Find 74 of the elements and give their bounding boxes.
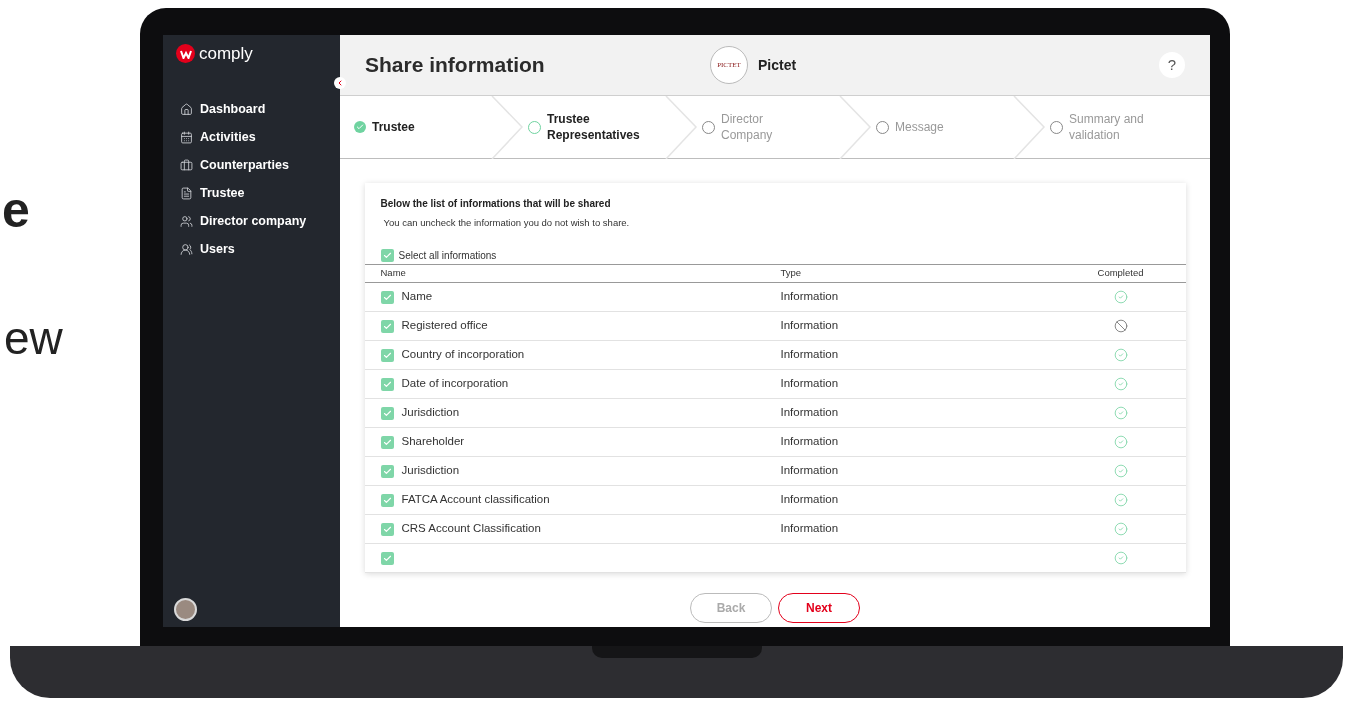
checkbox[interactable] xyxy=(380,377,394,391)
card-title: Below the list of informations that will be shared xyxy=(380,197,612,211)
card-subtitle: You can uncheck the information you do not wish to share. xyxy=(383,216,631,230)
sidebar-item[interactable]: Trustee xyxy=(180,183,340,204)
table-cell: Information xyxy=(780,319,839,332)
table-cell: Information xyxy=(780,406,839,419)
step-tab[interactable]: Trustee Representatives xyxy=(528,111,637,143)
checkbox[interactable] xyxy=(380,319,394,333)
chevron-divider xyxy=(664,96,698,159)
people-icon xyxy=(180,243,193,256)
check-icon xyxy=(382,495,392,505)
sidebar-item[interactable]: Activities xyxy=(180,127,340,148)
sidebar-item[interactable]: Users xyxy=(180,239,340,260)
check-icon xyxy=(382,251,392,261)
check-icon xyxy=(382,350,392,360)
sidebar-item[interactable]: Counterparties xyxy=(180,155,340,176)
checkbox[interactable] xyxy=(380,249,394,263)
column-header: Completed xyxy=(1096,266,1145,281)
backdrop-text: ew xyxy=(4,315,63,361)
step-tab[interactable]: Trustee xyxy=(354,119,462,135)
logo-text: comply xyxy=(199,43,253,65)
table-cell-text: Registered office xyxy=(401,318,488,334)
table-cell: Information xyxy=(780,435,839,448)
table-cell: Information xyxy=(780,522,839,535)
table-cell: Information xyxy=(780,290,839,303)
check-icon xyxy=(382,437,392,447)
backdrop-heading: e xyxy=(2,185,30,235)
check-icon xyxy=(382,408,392,418)
table-cell-text: CRS Account Classification xyxy=(401,521,541,537)
table-cell-text: Date of incorporation xyxy=(401,376,509,392)
table-cell: Information xyxy=(780,464,839,477)
calendar-icon xyxy=(180,131,193,144)
briefcase-icon xyxy=(180,159,193,172)
client-name: Pictet xyxy=(758,55,797,75)
sidebar-item[interactable]: Director company xyxy=(180,211,340,232)
chevron-left-icon xyxy=(336,79,344,87)
checkbox[interactable] xyxy=(380,522,394,536)
chevron-divider xyxy=(490,96,524,159)
avatar[interactable] xyxy=(174,598,197,621)
table-cell-text: Jurisdiction xyxy=(401,463,460,479)
select-all-label: Select all informations xyxy=(398,249,497,264)
people-group-icon xyxy=(180,215,193,228)
logo-icon xyxy=(176,44,195,64)
sidebar-item[interactable]: Dashboard xyxy=(180,99,340,120)
help-button[interactable]: ? xyxy=(1159,52,1185,78)
checkbox[interactable] xyxy=(380,406,394,420)
chevron-divider xyxy=(1012,96,1046,159)
table-cell-text: Name xyxy=(401,289,433,305)
next-button[interactable]: Next xyxy=(778,593,860,623)
table-cell-text: FATCA Account classification xyxy=(401,492,550,508)
table-cell-text: Country of incorporation xyxy=(401,347,525,363)
house-icon xyxy=(180,103,193,116)
check-icon xyxy=(382,553,392,563)
checkbox[interactable] xyxy=(380,551,394,565)
column-header: Type xyxy=(780,266,803,281)
checkbox[interactable] xyxy=(380,493,394,507)
table-cell-text: Shareholder xyxy=(401,434,465,450)
document-icon xyxy=(180,187,193,200)
checkbox[interactable] xyxy=(380,290,394,304)
table-cell: Information xyxy=(780,348,839,361)
checkbox[interactable] xyxy=(380,464,394,478)
page-title: Share information xyxy=(365,52,546,79)
chevron-divider xyxy=(838,96,872,159)
table-cell: Information xyxy=(780,377,839,390)
check-icon xyxy=(382,292,392,302)
check-icon xyxy=(382,321,392,331)
checkbox[interactable] xyxy=(380,435,394,449)
column-header: Name xyxy=(380,266,407,281)
checkbox[interactable] xyxy=(380,348,394,362)
check-icon xyxy=(382,524,392,534)
check-icon xyxy=(382,379,392,389)
check-icon xyxy=(382,466,392,476)
table-cell-text: Jurisdiction xyxy=(401,405,460,421)
table-cell: Information xyxy=(780,493,839,506)
